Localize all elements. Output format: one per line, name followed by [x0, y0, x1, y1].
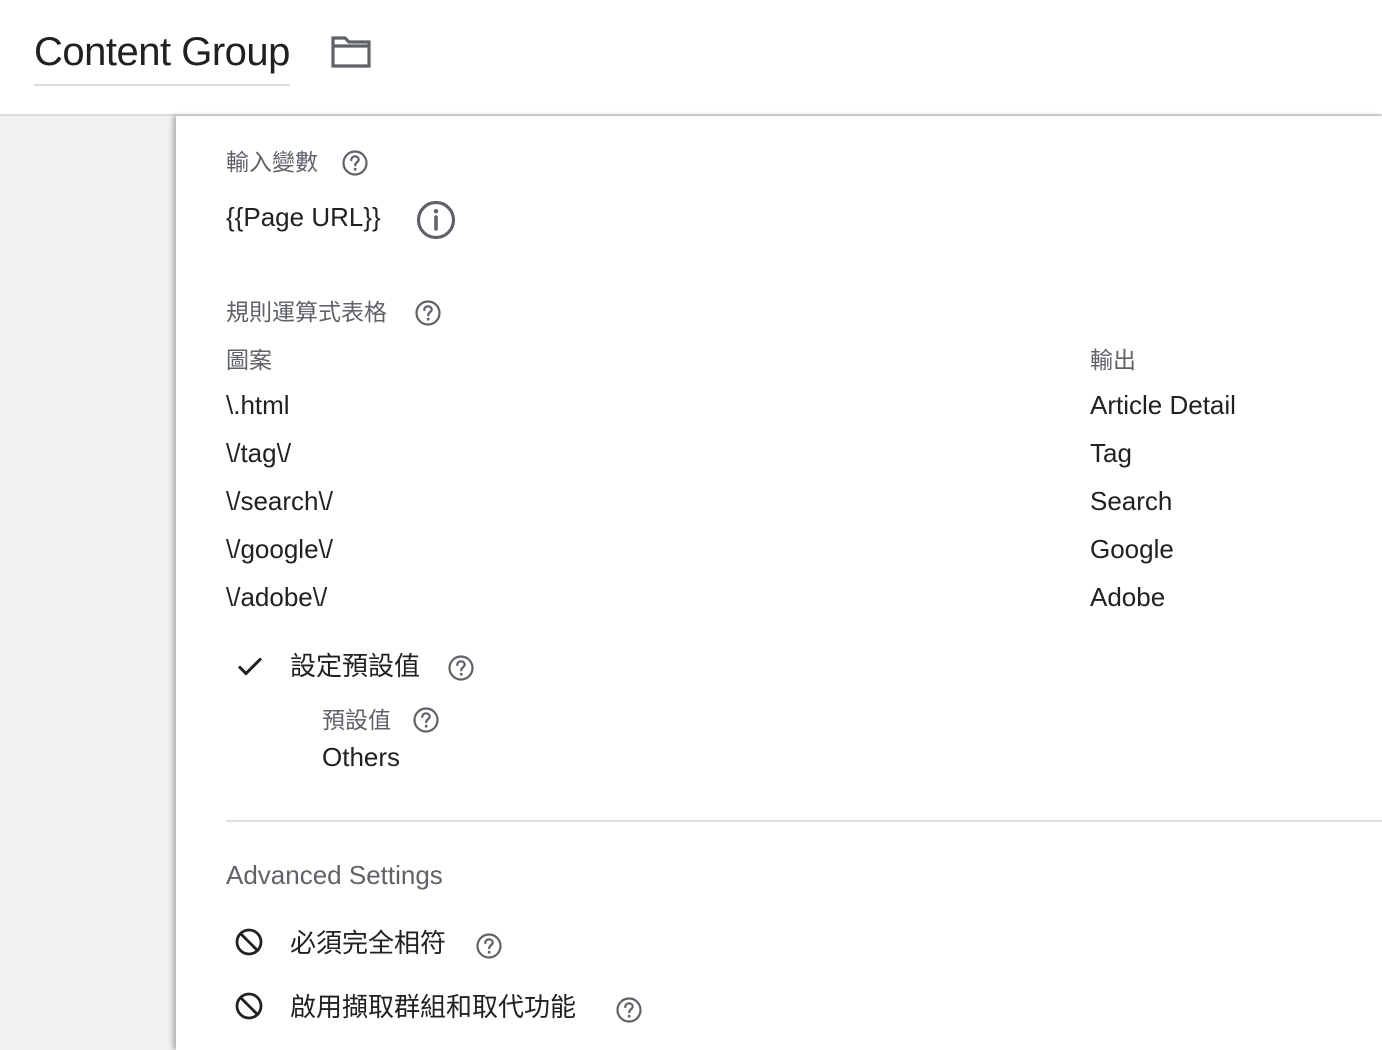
exact-match-option-label[interactable]: 必須完全相符: [290, 928, 446, 958]
table-row-pattern: \/tag\/: [226, 438, 292, 468]
advanced-settings-title[interactable]: Advanced Settings: [226, 860, 443, 890]
table-row-output: Tag: [1090, 438, 1132, 468]
input-variable-value[interactable]: {{Page URL}}: [226, 202, 381, 232]
help-circle-icon[interactable]: [414, 299, 442, 327]
table-row-pattern: \/google\/: [226, 534, 333, 564]
block-icon[interactable]: [234, 927, 264, 957]
variable-config-panel: 輸入變數 {{Page URL}} 規則運算式表格 圖案 輸出 \.html A…: [176, 116, 1382, 1050]
table-row-output: Adobe: [1090, 582, 1166, 612]
help-circle-icon[interactable]: [615, 996, 643, 1024]
info-circle-icon[interactable]: [415, 199, 457, 241]
default-value-label: 預設值: [322, 707, 391, 733]
block-icon[interactable]: [234, 991, 264, 1021]
check-icon[interactable]: [235, 651, 265, 681]
input-variable-label: 輸入變數: [226, 149, 318, 175]
help-circle-icon[interactable]: [341, 149, 369, 177]
page-title[interactable]: Content Group: [34, 28, 290, 86]
default-value-field[interactable]: Others: [322, 742, 400, 772]
table-row-pattern: \.html: [226, 390, 290, 420]
set-default-value-checkbox-label[interactable]: 設定預設值: [290, 651, 420, 681]
output-column-header: 輸出: [1090, 347, 1136, 373]
table-row-pattern: \/search\/: [226, 486, 333, 516]
capture-groups-option-label[interactable]: 啟用擷取群組和取代功能: [290, 992, 576, 1022]
table-row-output: Article Detail: [1090, 390, 1236, 420]
pattern-column-header: 圖案: [226, 347, 272, 373]
help-circle-icon[interactable]: [412, 706, 440, 734]
table-row-pattern: \/adobe\/: [226, 582, 328, 612]
header: Content Group: [0, 0, 1382, 116]
help-circle-icon[interactable]: [475, 932, 503, 960]
section-divider: [226, 820, 1382, 822]
sidebar: [0, 116, 176, 1050]
folder-icon[interactable]: [330, 34, 372, 70]
help-circle-icon[interactable]: [447, 654, 475, 682]
table-row-output: Google: [1090, 534, 1174, 564]
regex-table-label: 規則運算式表格: [226, 299, 387, 325]
table-row-output: Search: [1090, 486, 1173, 516]
